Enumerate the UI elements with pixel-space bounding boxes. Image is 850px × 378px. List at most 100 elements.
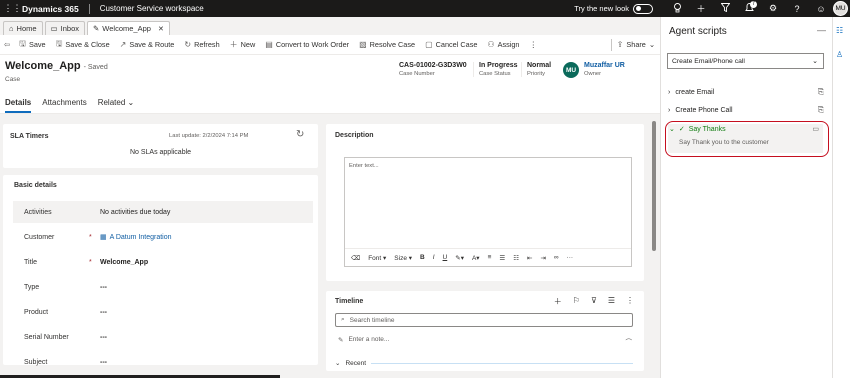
account-icon: ▦	[100, 234, 107, 241]
font-select[interactable]: Font ▾	[368, 254, 386, 262]
description-editor[interactable]: Enter text... ⌫ Font ▾ Size ▾ B I U ✎▾ A…	[344, 157, 632, 267]
field-serial-number[interactable]: Serial Number ---	[13, 326, 313, 348]
align-icon[interactable]: ≡	[488, 254, 492, 261]
tab-attachments[interactable]: Attachments	[42, 98, 86, 107]
basic-details-card: Basic details Activities No activities du…	[3, 175, 318, 366]
close-tab-icon[interactable]: ✕	[158, 25, 164, 33]
script-step-create-email[interactable]: › create Email ⎘	[668, 86, 824, 98]
macro-icon[interactable]: ⎘	[818, 87, 824, 97]
case-status-field: In Progress Case Status	[473, 62, 518, 77]
lightbulb-icon[interactable]	[665, 2, 689, 15]
save-status: - Saved	[83, 64, 108, 71]
bell-icon[interactable]: 7	[737, 0, 761, 15]
section-title: Basic details	[14, 182, 57, 189]
plus-icon[interactable]: ＋	[554, 296, 562, 307]
back-arrow-icon[interactable]: ⇦	[0, 40, 14, 49]
bold-icon[interactable]: B	[420, 254, 425, 261]
field-type[interactable]: Type ---	[13, 276, 313, 298]
tab-related[interactable]: Related ⌄	[98, 98, 135, 107]
macro-icon[interactable]: ⎘	[818, 105, 824, 115]
editor-toolbar: ⌫ Font ▾ Size ▾ B I U ✎▾ A▾ ≡ ☰ ☷ ⇤ ⇥ ∞ …	[345, 248, 631, 266]
script-select[interactable]: Create Email/Phone call ⌄	[667, 53, 824, 69]
timeline-card: Timeline ＋ ⚐ ⊽ ☰ ⋮ ⌕ Search timeline ✎ Ent…	[326, 291, 644, 371]
try-new-look-label: Try the new look	[574, 4, 629, 13]
route-icon: ↗	[119, 40, 127, 49]
more-commands-icon[interactable]: ⋮	[525, 40, 542, 49]
settings-icon[interactable]: ⚙	[761, 3, 785, 14]
knowledge-icon[interactable]: ♙	[836, 50, 843, 59]
sla-last-update: Last update: 2/2/2024 7:14 PM	[169, 133, 249, 139]
scripts-icon[interactable]: ☷	[836, 26, 843, 35]
waffle-icon[interactable]: ⋮⋮⋮	[0, 0, 22, 17]
cancel-case-button[interactable]: ▢ Cancel Case	[420, 40, 482, 49]
sla-title: SLA Timers	[10, 133, 49, 140]
smiley-icon[interactable]: ☺	[809, 4, 833, 14]
owner-avatar[interactable]: MU	[563, 62, 579, 78]
bookmark-icon[interactable]: ⚐	[573, 296, 580, 307]
command-bar: ⇦ 🖫 Save 🖫 Save & Close ↗ Save & Route ↻ Ref…	[0, 35, 660, 55]
customer-link[interactable]: ▦ A Datum Integration	[100, 233, 172, 242]
refresh-button[interactable]: ↻ Refresh	[179, 40, 224, 49]
app-name[interactable]: Customer Service workspace	[100, 4, 204, 13]
note-input[interactable]: ✎ Enter a note... ⌒	[338, 336, 632, 346]
filter-icon[interactable]	[713, 3, 737, 14]
share-button[interactable]: ⇪ Share ⌄	[612, 40, 660, 49]
field-product[interactable]: Product ---	[13, 301, 313, 323]
timeline-title: Timeline	[335, 298, 364, 305]
priority-field: Normal Priority	[521, 62, 551, 77]
sla-card: SLA Timers Last update: 2/2/2024 7:14 PM…	[3, 124, 318, 168]
more-icon[interactable]: ···	[567, 254, 574, 261]
chevron-down-icon: ⌄	[669, 126, 675, 133]
tab-welcome-app[interactable]: ✎ Welcome_App ✕	[87, 21, 170, 35]
underline-icon[interactable]: U	[443, 254, 448, 261]
filter-icon[interactable]: ⊽	[591, 296, 597, 307]
save-button[interactable]: 🖫 Save	[14, 38, 50, 52]
clear-format-icon[interactable]: ⌫	[351, 254, 360, 262]
tab-details[interactable]: Details	[5, 98, 32, 113]
new-button[interactable]: ＋ New	[225, 39, 261, 50]
highlight-icon[interactable]: ✎▾	[455, 254, 464, 262]
help-icon[interactable]: ?	[785, 4, 809, 14]
size-select[interactable]: Size ▾	[394, 254, 412, 262]
font-color-icon[interactable]: A▾	[472, 254, 480, 262]
tab-home[interactable]: ⌂ Home	[3, 21, 43, 35]
plus-icon[interactable]: ＋	[689, 2, 713, 15]
paperclip-icon[interactable]: ⌒	[626, 336, 633, 346]
link-icon[interactable]: ∞	[554, 254, 559, 261]
numbering-icon[interactable]: ☷	[513, 254, 519, 262]
convert-button[interactable]: ▤ Convert to Work Order	[260, 40, 354, 49]
outdent-icon[interactable]: ⇤	[527, 254, 532, 262]
save-close-button[interactable]: 🖫 Save & Close	[51, 38, 115, 52]
text-instruction-icon: ▭	[812, 126, 819, 133]
refresh-icon[interactable]: ↻	[296, 129, 304, 140]
list-icon[interactable]: ☰	[608, 296, 615, 307]
script-step-say-thanks[interactable]: ⌄ ✓ Say Thanks ▭ Say Thank you to the custo…	[665, 121, 829, 157]
bullets-icon[interactable]: ☰	[499, 254, 505, 262]
vertical-scrollbar[interactable]	[652, 121, 656, 251]
check-circle-icon: ✓	[678, 126, 685, 133]
new-look-toggle[interactable]	[633, 3, 653, 14]
user-avatar[interactable]: MU	[833, 1, 848, 16]
timeline-actions: ＋ ⚐ ⊽ ☰ ⋮	[554, 296, 634, 307]
field-customer[interactable]: Customer * ▦ A Datum Integration	[13, 226, 313, 248]
save-route-button[interactable]: ↗ Save & Route	[115, 40, 180, 49]
assign-button[interactable]: ⚇ Assign	[482, 40, 524, 49]
field-title[interactable]: Title * Welcome_App	[13, 251, 313, 273]
resolve-button[interactable]: ▧ Resolve Case	[354, 40, 420, 49]
resolve-icon: ▧	[359, 40, 367, 49]
italic-icon[interactable]: I	[433, 254, 435, 261]
recent-group[interactable]: ⌄ Recent	[335, 359, 633, 367]
more-icon[interactable]: ⋮	[626, 296, 634, 307]
indent-icon[interactable]: ⇥	[540, 254, 545, 262]
pencil-icon: ✎	[338, 337, 344, 344]
refresh-icon: ↻	[184, 40, 192, 49]
timeline-search[interactable]: ⌕ Search timeline	[335, 313, 633, 327]
editor-placeholder: Enter text...	[349, 163, 379, 169]
person-icon: ⚇	[487, 40, 495, 49]
field-subject[interactable]: Subject ---	[13, 351, 313, 373]
owner-field[interactable]: Muzaffar UR Owner	[584, 62, 625, 77]
script-step-create-phone-call[interactable]: › Create Phone Call ⎘	[668, 104, 824, 116]
tab-inbox[interactable]: ▭ Inbox	[44, 21, 85, 35]
brand-name[interactable]: Dynamics 365	[22, 4, 79, 14]
collapse-icon[interactable]: —	[817, 25, 826, 35]
